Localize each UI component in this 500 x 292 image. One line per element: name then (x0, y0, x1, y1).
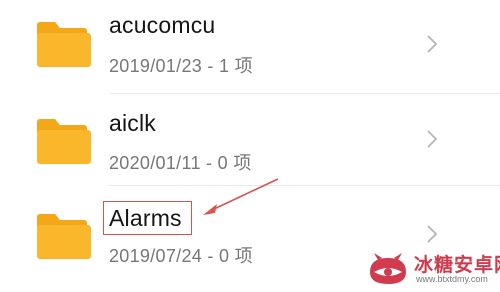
folder-meta: 2019/01/23 - 1 项 (109, 56, 253, 76)
watermark-logo-icon (370, 253, 406, 284)
annotation-highlight-box (103, 201, 192, 235)
folder-meta: 2020/01/11 - 0 项 (109, 153, 252, 173)
folder-icon (33, 21, 91, 67)
annotation-arrow-icon (203, 178, 279, 215)
folder-icon (33, 213, 91, 259)
folder-meta: 2019/07/24 - 0 项 (109, 246, 253, 266)
list-item-acucomcu[interactable]: acucomcu 2019/01/23 - 1 项 (0, 0, 500, 88)
watermark-title: 冰糖安卓网 (414, 254, 500, 276)
folder-name: acucomcu (109, 12, 216, 38)
chevron-right-icon (424, 127, 440, 151)
watermark: 冰糖安卓网 www.btxtdmy.com (366, 248, 500, 290)
folder-name: aiclk (109, 110, 157, 136)
list-item-aiclk[interactable]: aiclk 2020/01/11 - 0 项 (0, 88, 500, 182)
watermark-url: www.btxtdmy.com (416, 274, 488, 284)
folder-icon (33, 118, 91, 164)
chevron-right-icon (424, 222, 440, 246)
chevron-right-icon (424, 32, 440, 56)
